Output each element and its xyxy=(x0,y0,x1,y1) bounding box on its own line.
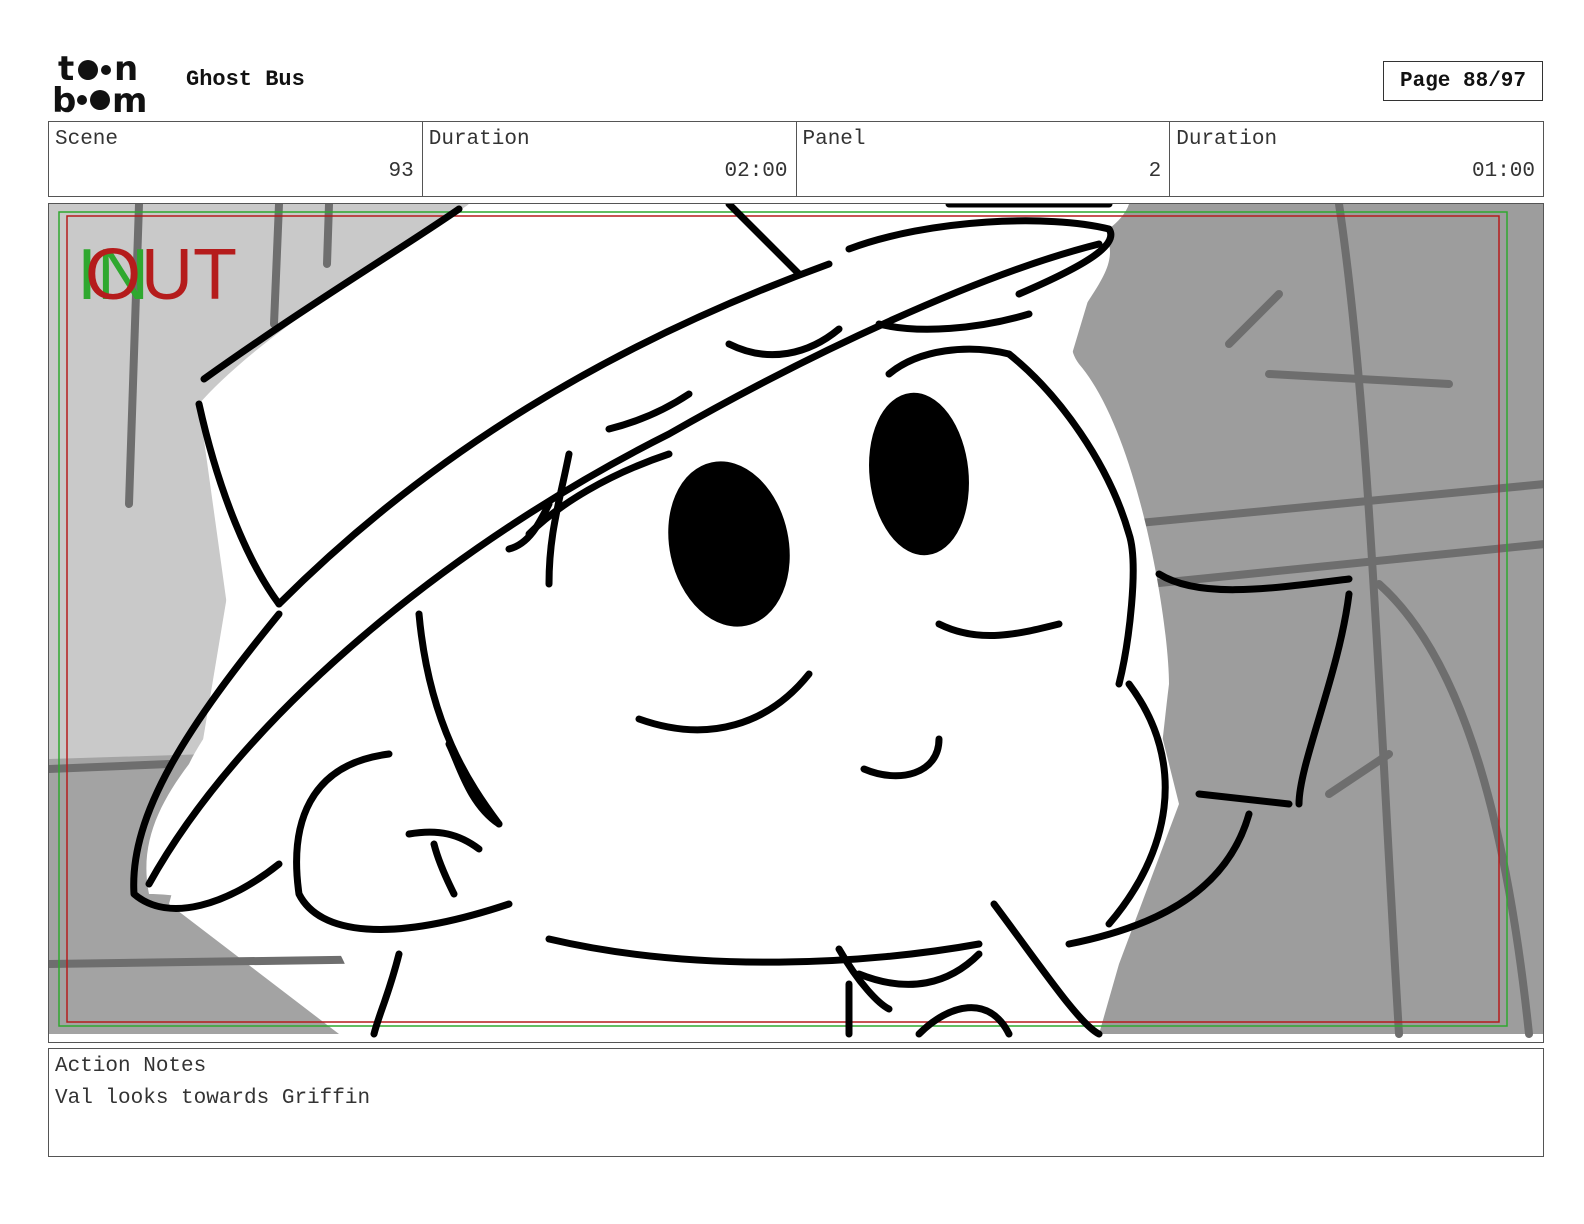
scene-duration-cell: Duration 02:00 xyxy=(423,122,797,196)
scene-cell: Scene 93 xyxy=(49,122,423,196)
toon-boom-logo: t n b m xyxy=(52,50,147,114)
project-title: Ghost Bus xyxy=(186,67,305,92)
panel-duration-label: Duration xyxy=(1176,128,1278,151)
action-notes-text: Val looks towards Griffin xyxy=(55,1087,371,1110)
panel-cell: Panel 2 xyxy=(797,122,1171,196)
panel-duration-cell: Duration 01:00 xyxy=(1170,122,1543,196)
action-notes: Action Notes Val looks towards Griffin xyxy=(48,1048,1544,1157)
out-marker: OUT xyxy=(85,235,237,315)
page-number: Page 88/97 xyxy=(1383,61,1543,101)
scene-duration-label: Duration xyxy=(428,128,530,151)
svg-text:b: b xyxy=(52,81,76,114)
panel-drawing: IN OUT xyxy=(49,204,1543,1042)
action-notes-label: Action Notes xyxy=(55,1055,207,1078)
storyboard-panel: IN OUT xyxy=(48,203,1544,1043)
scene-info-bar: Scene 93 Duration 02:00 Panel 2 Duration… xyxy=(48,121,1544,197)
scene-label: Scene xyxy=(55,128,119,151)
panel-value: 2 xyxy=(1148,160,1162,183)
scene-duration-value: 02:00 xyxy=(724,160,788,183)
panel-label: Panel xyxy=(802,128,866,151)
svg-text:m: m xyxy=(112,81,147,114)
panel-duration-value: 01:00 xyxy=(1471,160,1535,183)
scene-value: 93 xyxy=(388,160,414,183)
